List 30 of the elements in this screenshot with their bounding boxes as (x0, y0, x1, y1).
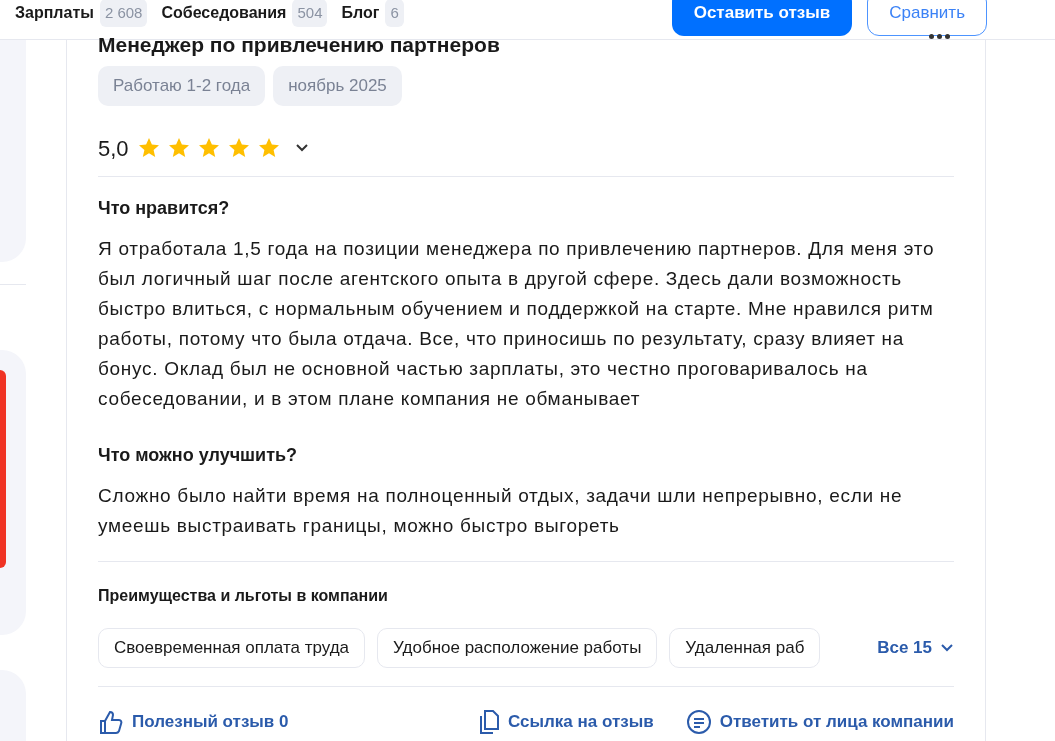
nav-link[interactable]: Зарплаты (15, 1, 94, 25)
action-link[interactable]: Полезный отзыв 0 (98, 709, 289, 735)
show-all-button[interactable]: Все 15 (877, 635, 954, 661)
chevron-down-icon[interactable] (294, 143, 309, 153)
nav-link[interactable]: Собеседования (161, 1, 287, 25)
compare-button[interactable]: Сравнить (867, 0, 987, 36)
review-text: Я отработала 1,5 года на позиции менеджера по привлечению партнеров. Для меня это был логичный шаг после агентского опыта в другой сфере. Здесь дали возможность быстро влиться, с нормальным обучением и поддержкой на старте. Мне нравился ритм работы, потому что была отдача. Все, что приносишь по результату, сразу влияет на бонус. Оклад был не основной частью зарплаты, это честно проговаривалось на собеседовании, и в этом плане компания не обманывает (98, 237, 936, 411)
more-icon[interactable] (929, 34, 950, 39)
tag: Работаю 1-2 года (98, 66, 266, 106)
count-badge: 2 608 (99, 0, 148, 28)
count-badge: 6 (385, 0, 404, 28)
review-title: Менеджер по привлечению партнеров (98, 32, 500, 58)
chevron-down-icon (940, 643, 954, 653)
benefit-tag: Удобное расположение работы (377, 628, 658, 668)
thumbs-up-icon (98, 709, 124, 735)
action-link[interactable]: Ссылка на отзыв (478, 709, 654, 735)
section-heading: Что нравится? (98, 197, 231, 220)
tag: ноябрь 2025 (273, 66, 402, 106)
message-icon (685, 709, 712, 735)
rating-value: 5,0 (98, 134, 129, 163)
benefit-tag: Удаленная раб (669, 628, 821, 668)
nav-link[interactable]: Блог (341, 1, 380, 25)
count-badge: 504 (292, 0, 328, 28)
document-icon (478, 709, 501, 735)
benefit-tag: Своевременная оплата труда (98, 628, 366, 668)
review-text: Сложно было найти время на полноценный отдых, задачи шли непрерывно, если не умеешь выстраивать границы, можно быстро выгореть (98, 484, 904, 538)
section-heading: Преимущества и льготы в компании (98, 586, 389, 606)
leave-review-button[interactable]: Оставить отзыв (671, 0, 853, 36)
section-heading: Что можно улучшить? (98, 444, 299, 467)
action-link[interactable]: Ответить от лица компании (685, 709, 954, 735)
